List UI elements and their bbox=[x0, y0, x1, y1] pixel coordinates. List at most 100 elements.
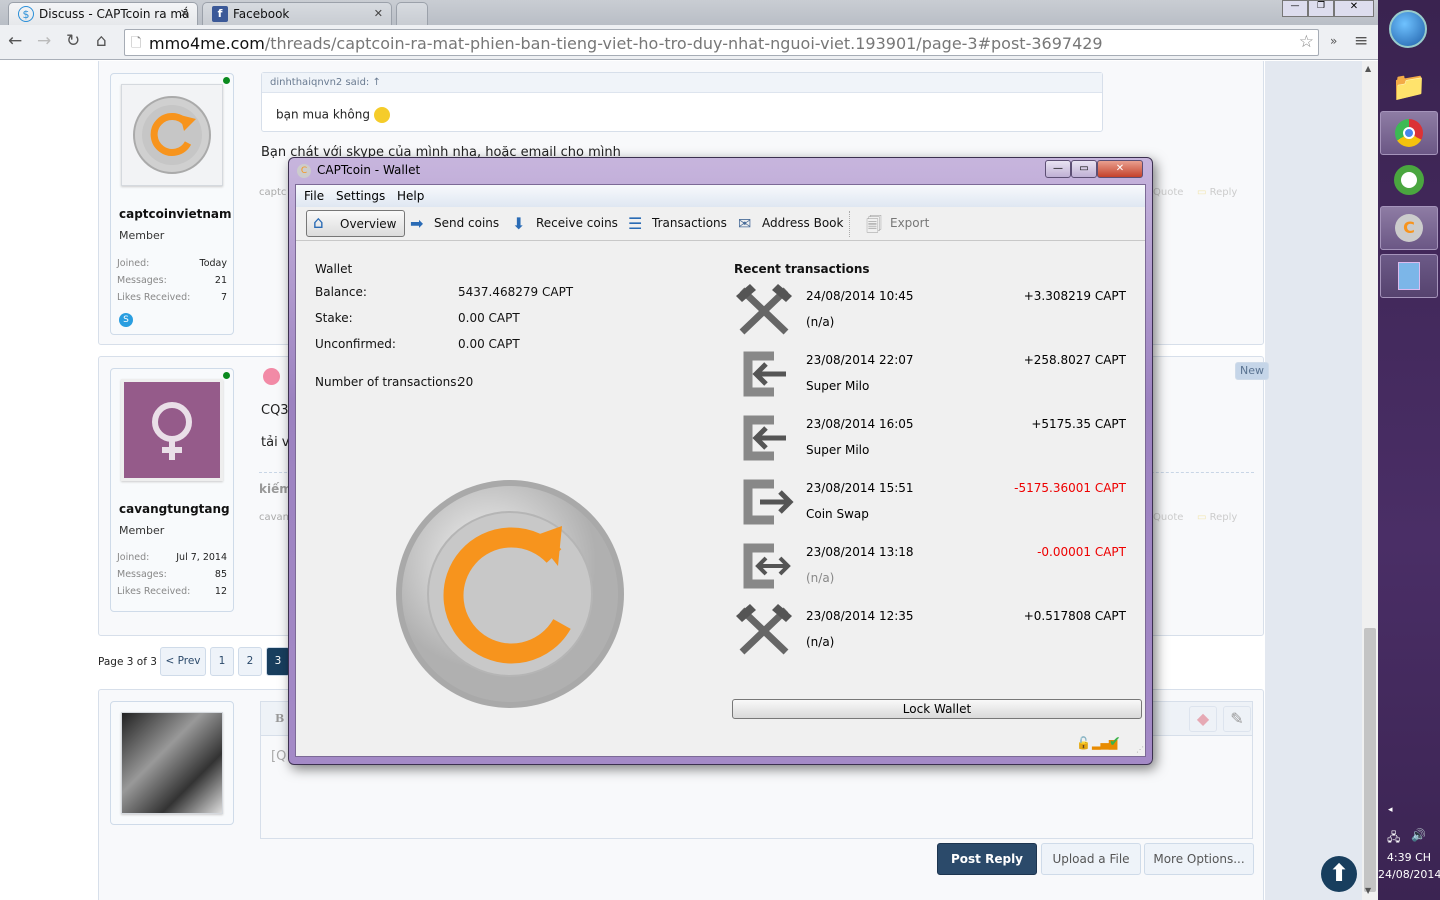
editor-content[interactable]: [Q bbox=[271, 749, 286, 764]
tx-mined-icon bbox=[734, 282, 794, 338]
calculator-icon[interactable] bbox=[1380, 254, 1438, 298]
forward-icon[interactable]: → bbox=[37, 31, 51, 51]
home-icon[interactable]: ⌂ bbox=[96, 31, 107, 51]
tab-overview[interactable]: ⌂ Overview bbox=[306, 210, 405, 237]
bold-button[interactable]: B bbox=[275, 712, 284, 725]
quote-block: dinhthaiqnvn2 said: ↑ bạn mua không bbox=[261, 72, 1103, 132]
username-link[interactable]: cavangtungtang bbox=[119, 502, 230, 516]
scrollbar-thumb[interactable] bbox=[1364, 628, 1376, 892]
stat-value: 7 bbox=[220, 292, 227, 303]
menu-file[interactable]: File bbox=[304, 189, 324, 203]
new-tab-button[interactable] bbox=[396, 2, 428, 25]
user-card bbox=[110, 701, 234, 825]
start-button[interactable] bbox=[1389, 10, 1427, 48]
page-3-button[interactable]: 3 bbox=[266, 647, 290, 676]
transaction-row[interactable]: 23/08/2014 22:07 +258.8027 CAPT Super Milo bbox=[734, 346, 1134, 410]
signature: kiếm bbox=[259, 482, 292, 496]
avatar[interactable] bbox=[121, 379, 223, 481]
post-reply-button[interactable]: Post Reply bbox=[937, 843, 1037, 875]
tab-receive-coins[interactable]: ⬇ Receive coins bbox=[508, 210, 618, 237]
clock-date[interactable]: 24/08/2014 bbox=[1378, 868, 1440, 881]
network-icon[interactable]: 🖧 bbox=[1387, 828, 1400, 849]
avatar[interactable] bbox=[121, 84, 223, 186]
bookmark-star-icon[interactable]: ☆ bbox=[1299, 32, 1314, 52]
close-tab-icon[interactable]: ✕ bbox=[180, 7, 189, 20]
transaction-row[interactable]: 24/08/2014 10:45 +3.308219 CAPT (n/a) bbox=[734, 282, 1134, 346]
avatar[interactable] bbox=[121, 712, 223, 814]
export-button[interactable]: 🗐 Export bbox=[862, 210, 929, 237]
menu-settings[interactable]: Settings bbox=[336, 189, 385, 203]
ntx-label: Number of transactions: bbox=[315, 375, 461, 389]
page-scrollbar[interactable]: ▲ ▼ bbox=[1362, 61, 1378, 900]
stat-joined: Joined: Today bbox=[117, 258, 227, 269]
post-author-footer[interactable]: captc bbox=[259, 187, 286, 198]
close-tab-icon[interactable]: ✕ bbox=[374, 7, 383, 20]
scroll-to-top-icon[interactable]: ⬆ bbox=[1321, 856, 1357, 892]
captcoin-wallet-icon[interactable]: C bbox=[1380, 206, 1438, 250]
maximize-button[interactable]: ❐ bbox=[1308, 0, 1334, 17]
url-path: /threads/captcoin-ra-mat-phien-ban-tieng… bbox=[264, 34, 1103, 53]
tx-received-icon bbox=[734, 410, 794, 466]
wallet-toolbar: ⌂ Overview ➡ Send coins ⬇ Receive coins ☰ Tr… bbox=[296, 207, 1145, 241]
minimize-button[interactable]: — bbox=[1045, 160, 1071, 178]
eraser-icon[interactable]: ◆ bbox=[1189, 706, 1217, 732]
skype-icon[interactable]: S bbox=[119, 313, 133, 327]
transaction-row[interactable]: 23/08/2014 12:35 +0.517808 CAPT (n/a) bbox=[734, 602, 1134, 666]
transaction-row[interactable]: 23/08/2014 15:51 -5175.36001 CAPT Coin Swa… bbox=[734, 474, 1134, 538]
more-options-button[interactable]: More Options... bbox=[1144, 843, 1254, 875]
explorer-icon[interactable]: 📁 bbox=[1380, 64, 1438, 108]
reply-link[interactable]: ▭ Reply bbox=[1197, 512, 1237, 523]
transaction-row[interactable]: 23/08/2014 16:05 +5175.35 CAPT Super Milo bbox=[734, 410, 1134, 474]
tab-discuss[interactable]: $ Discuss - CAPTcoin ra mắ ✕ bbox=[8, 2, 198, 25]
prev-page-button[interactable]: < Prev bbox=[160, 647, 206, 676]
username-link[interactable]: captcoinvietnam bbox=[119, 207, 232, 221]
scroll-up-icon[interactable]: ▲ bbox=[1365, 64, 1371, 73]
tab-transactions[interactable]: ☰ Transactions bbox=[624, 210, 727, 237]
resize-grip[interactable]: ⋰ bbox=[1136, 745, 1144, 754]
close-window-button[interactable]: ✕ bbox=[1334, 0, 1374, 17]
clock-time[interactable]: 4:39 CH bbox=[1378, 851, 1440, 864]
chrome-icon[interactable] bbox=[1380, 111, 1438, 155]
menu-icon[interactable]: ≡ bbox=[1354, 31, 1368, 51]
lock-wallet-button[interactable]: Lock Wallet bbox=[732, 699, 1142, 719]
toggle-source-icon[interactable]: ✎ bbox=[1223, 706, 1251, 732]
reply-link[interactable]: ▭ Reply bbox=[1197, 187, 1237, 198]
tab-send-coins[interactable]: ➡ Send coins bbox=[406, 210, 499, 237]
back-icon[interactable]: ← bbox=[8, 31, 22, 51]
quote-link[interactable]: Quote bbox=[1153, 187, 1183, 198]
stat-label: Likes Received: bbox=[117, 292, 191, 303]
show-hidden-icons[interactable]: ◂ bbox=[1388, 805, 1393, 815]
online-indicator bbox=[223, 372, 230, 379]
recent-transactions-title: Recent transactions bbox=[734, 262, 870, 276]
tx-label: Coin Swap bbox=[806, 507, 869, 521]
post-author-footer[interactable]: cavan bbox=[259, 512, 289, 523]
tx-date: 23/08/2014 12:35 bbox=[806, 609, 914, 623]
page-2-button[interactable]: 2 bbox=[238, 647, 262, 676]
volume-icon[interactable]: 🔊 bbox=[1411, 828, 1426, 842]
tab-address-book[interactable]: ✉ Address Book bbox=[734, 210, 843, 237]
close-button[interactable]: ✕ bbox=[1097, 160, 1143, 178]
upload-file-button[interactable]: Upload a File bbox=[1041, 843, 1141, 875]
tab-title: Discuss - CAPTcoin ra mắ bbox=[39, 7, 190, 21]
stat-label: Joined: bbox=[117, 258, 150, 269]
quote-author[interactable]: dinhthaiqnvn2 said: ↑ bbox=[262, 73, 1102, 93]
reload-icon[interactable]: ↻ bbox=[66, 31, 80, 51]
coccoc-icon[interactable] bbox=[1380, 158, 1438, 202]
address-bar[interactable]: 🗋 mmo4me.com/threads/captcoin-ra-mat-phi… bbox=[124, 29, 1319, 56]
minimize-button[interactable]: — bbox=[1282, 0, 1308, 17]
menu-help[interactable]: Help bbox=[397, 189, 424, 203]
scroll-down-icon[interactable]: ▼ bbox=[1365, 886, 1371, 895]
quote-link[interactable]: Quote bbox=[1153, 512, 1183, 523]
tx-amount: +3.308219 CAPT bbox=[1023, 289, 1126, 303]
export-icon: 🗐 bbox=[866, 215, 882, 234]
page-1-button[interactable]: 1 bbox=[210, 647, 234, 676]
tx-amount: +258.8027 CAPT bbox=[1023, 353, 1126, 367]
site-favicon-icon: $ bbox=[18, 6, 34, 22]
maximize-button[interactable]: ▭ bbox=[1071, 160, 1097, 178]
tab-facebook[interactable]: f Facebook ✕ bbox=[202, 2, 392, 25]
menu-bar: File Settings Help bbox=[296, 185, 1145, 207]
bookmarks-overflow-icon[interactable]: » bbox=[1330, 34, 1337, 48]
toolbar-separator bbox=[849, 211, 850, 237]
transaction-row[interactable]: 23/08/2014 13:18 -0.00001 CAPT (n/a) bbox=[734, 538, 1134, 602]
home-icon: ⌂ bbox=[313, 213, 324, 233]
